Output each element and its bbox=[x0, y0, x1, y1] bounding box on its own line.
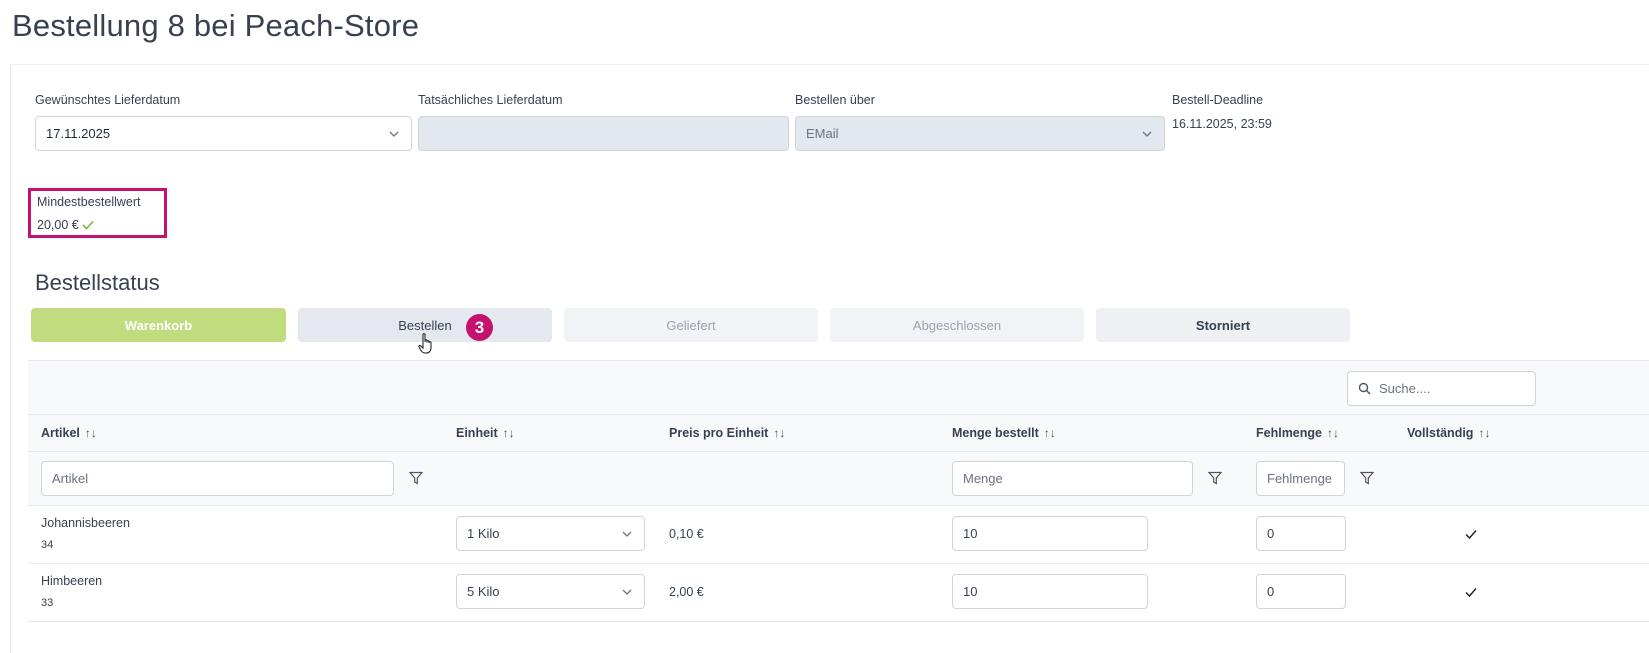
missing-input[interactable]: 0 bbox=[1256, 574, 1346, 609]
chevron-down-icon bbox=[622, 531, 632, 537]
qty-input[interactable]: 10 bbox=[952, 574, 1148, 609]
filter-row: Artikel Menge Fehlmenge bbox=[28, 452, 1649, 506]
row-article-name: Himbeeren bbox=[41, 574, 103, 588]
col-fehlmenge-label: Fehlmenge bbox=[1256, 426, 1322, 440]
status-warenkorb-button[interactable]: Warenkorb bbox=[31, 308, 286, 342]
row-price: 2,00 € bbox=[669, 585, 704, 599]
status-storniert-button[interactable]: Storniert bbox=[1096, 308, 1350, 342]
col-preis-header[interactable]: Preis pro Einheit ↑↓ bbox=[669, 426, 785, 440]
col-menge-header[interactable]: Menge bestellt ↑↓ bbox=[952, 426, 1056, 440]
check-icon bbox=[1465, 530, 1477, 540]
sort-icon: ↑↓ bbox=[773, 426, 786, 440]
table-row: Himbeeren 33 5 Kilo 2,00 € 10 0 bbox=[28, 564, 1649, 622]
min-order-label: Mindestbestellwert bbox=[37, 195, 141, 209]
menge-filter-placeholder: Menge bbox=[963, 471, 1003, 486]
order-via-select: EMail bbox=[795, 116, 1165, 151]
artikel-filter-placeholder: Artikel bbox=[52, 471, 89, 486]
unit-value: 5 Kilo bbox=[467, 584, 500, 599]
page-title: Bestellung 8 bei Peach-Store bbox=[12, 8, 420, 43]
row-article-id: 33 bbox=[41, 597, 54, 609]
missing-value: 0 bbox=[1267, 584, 1275, 599]
min-order-value-wrap: 20,00 € bbox=[37, 218, 94, 232]
step-badge: 3 bbox=[466, 314, 493, 341]
order-via-value: EMail bbox=[806, 126, 839, 141]
col-vollstaendig-label: Vollständig bbox=[1407, 426, 1474, 440]
fehlmenge-filter-placeholder: Fehlmenge bbox=[1267, 471, 1333, 486]
unit-select[interactable]: 5 Kilo bbox=[456, 574, 645, 609]
check-icon bbox=[82, 220, 94, 230]
row-article-name: Johannisbeeren bbox=[41, 516, 130, 530]
table-toolbar: Suche.... bbox=[28, 360, 1649, 415]
order-via-label: Bestellen über bbox=[795, 93, 875, 107]
fehlmenge-filter-input[interactable]: Fehlmenge bbox=[1256, 461, 1345, 496]
status-geliefert-button: Geliefert bbox=[564, 308, 818, 342]
check-icon bbox=[1465, 588, 1477, 598]
row-price: 0,10 € bbox=[669, 527, 704, 541]
sort-icon: ↑↓ bbox=[1043, 426, 1056, 440]
deadline-label: Bestell-Deadline bbox=[1172, 93, 1264, 107]
wish-date-select[interactable]: 17.11.2025 bbox=[35, 116, 412, 151]
sort-icon: ↑↓ bbox=[502, 426, 515, 440]
search-placeholder: Suche.... bbox=[1379, 381, 1431, 396]
min-order-value: 20,00 € bbox=[37, 218, 79, 232]
deadline-value: 16.11.2025, 23:59 bbox=[1172, 117, 1272, 131]
actual-date-label: Tatsächliches Lieferdatum bbox=[418, 93, 563, 107]
unit-select[interactable]: 1 Kilo bbox=[456, 516, 645, 551]
filter-icon[interactable] bbox=[1360, 471, 1374, 485]
qty-input[interactable]: 10 bbox=[952, 516, 1148, 551]
col-vollstaendig-header[interactable]: Vollständig ↑↓ bbox=[1407, 426, 1490, 440]
qty-value: 10 bbox=[963, 584, 978, 599]
sort-icon: ↑↓ bbox=[1327, 426, 1339, 440]
status-title: Bestellstatus bbox=[35, 270, 160, 295]
menge-filter-input[interactable]: Menge bbox=[952, 461, 1193, 496]
chevron-down-icon bbox=[622, 589, 632, 595]
col-menge-label: Menge bestellt bbox=[952, 426, 1039, 440]
status-abgeschlossen-button: Abgeschlossen bbox=[830, 308, 1084, 342]
missing-input[interactable]: 0 bbox=[1256, 516, 1346, 551]
filter-icon[interactable] bbox=[1208, 471, 1222, 485]
unit-value: 1 Kilo bbox=[467, 526, 500, 541]
table-row: Johannisbeeren 34 1 Kilo 0,10 € 10 0 bbox=[28, 506, 1649, 564]
col-einheit-label: Einheit bbox=[456, 426, 498, 440]
articles-table: Suche.... Artikel ↑↓ Einheit ↑↓ Preis pr… bbox=[28, 360, 1649, 653]
col-fehlmenge-header[interactable]: Fehlmenge ↑↓ bbox=[1256, 426, 1339, 440]
sort-icon: ↑↓ bbox=[1478, 426, 1491, 440]
qty-value: 10 bbox=[963, 526, 978, 541]
chevron-down-icon bbox=[1142, 131, 1152, 137]
wish-date-value: 17.11.2025 bbox=[46, 126, 111, 141]
actual-date-field bbox=[418, 116, 789, 151]
missing-value: 0 bbox=[1267, 526, 1275, 541]
artikel-filter-input[interactable]: Artikel bbox=[41, 461, 394, 496]
chevron-down-icon bbox=[389, 131, 399, 137]
col-artikel-header[interactable]: Artikel ↑↓ bbox=[41, 426, 97, 440]
col-preis-label: Preis pro Einheit bbox=[669, 426, 769, 440]
wish-date-label: Gewünschtes Lieferdatum bbox=[35, 93, 181, 107]
sort-icon: ↑↓ bbox=[84, 426, 97, 440]
col-einheit-header[interactable]: Einheit ↑↓ bbox=[456, 426, 515, 440]
min-order-box: Mindestbestellwert 20,00 € bbox=[28, 188, 167, 238]
table-header: Artikel ↑↓ Einheit ↑↓ Preis pro Einheit … bbox=[28, 415, 1649, 452]
hand-cursor-icon bbox=[418, 333, 432, 354]
search-icon bbox=[1358, 382, 1371, 395]
filter-icon[interactable] bbox=[409, 471, 423, 485]
search-input[interactable]: Suche.... bbox=[1347, 371, 1536, 406]
row-article-id: 34 bbox=[41, 539, 54, 551]
col-artikel-label: Artikel bbox=[41, 426, 80, 440]
